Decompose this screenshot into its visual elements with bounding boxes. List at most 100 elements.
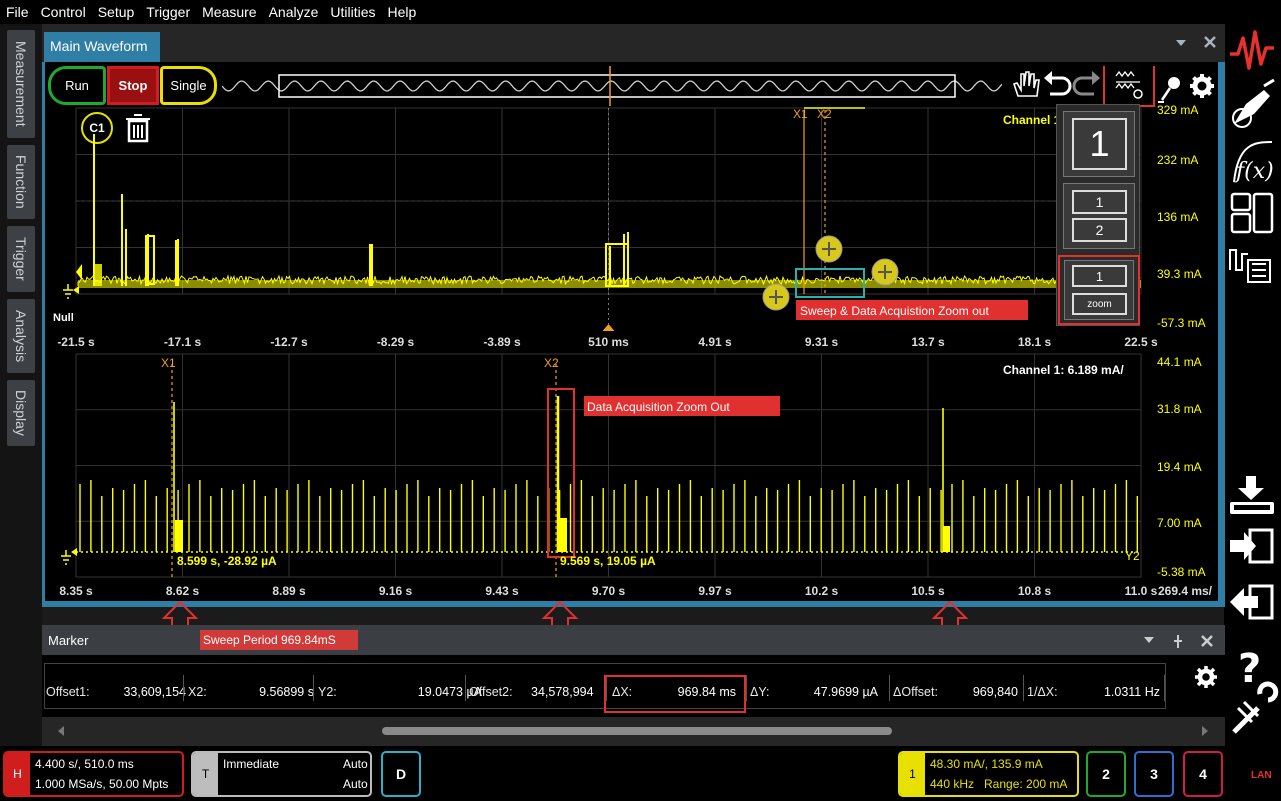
tab-function[interactable]: Function xyxy=(7,145,35,219)
tab-analysis[interactable]: Analysis xyxy=(7,299,35,373)
layout-split[interactable]: 1 2 xyxy=(1063,183,1135,249)
probe-icon[interactable] xyxy=(1233,80,1274,127)
svg-text:18.1 s: 18.1 s xyxy=(1018,335,1052,349)
lower-zoom-waveform-plot[interactable]: X1 X2 Data Acquisition Zoom Out 8.599 s, -2… xyxy=(45,350,1218,601)
svg-text:8.62 s: 8.62 s xyxy=(166,584,200,598)
marker-title: Marker xyxy=(48,633,88,648)
marker-label: ΔOffset: xyxy=(893,685,938,699)
scroll-left-icon xyxy=(58,726,64,736)
single-button[interactable]: Single xyxy=(160,66,217,105)
channel4-button[interactable]: 4 xyxy=(1183,751,1223,797)
function-icon[interactable]: f(x) xyxy=(1234,142,1274,184)
svg-text:Channel 1: 6.189 mA/: Channel 1: 6.189 mA/ xyxy=(1003,363,1124,377)
menu-measure[interactable]: Measure xyxy=(196,4,262,20)
undo-icon[interactable] xyxy=(1044,71,1070,94)
window-close-icon[interactable] xyxy=(1202,34,1218,50)
svg-text:39.3 mA: 39.3 mA xyxy=(1157,267,1202,281)
svg-text:4.91 s: 4.91 s xyxy=(698,335,732,349)
help-icon[interactable]: ? xyxy=(1238,646,1261,692)
lan-status: LAN xyxy=(1251,770,1272,781)
stop-button[interactable]: Stop xyxy=(107,66,159,105)
marker-dropdown-icon[interactable] xyxy=(1144,637,1154,643)
save-icon[interactable] xyxy=(1230,476,1274,514)
svg-text:19.4 mA: 19.4 mA xyxy=(1157,460,1202,474)
svg-text:22.5 s: 22.5 s xyxy=(1124,335,1158,349)
svg-text:Y2: Y2 xyxy=(1125,549,1140,563)
channel2-button[interactable]: 2 xyxy=(1086,751,1126,797)
svg-text:9.31 s: 9.31 s xyxy=(805,335,839,349)
marker-value: 969,840 xyxy=(950,685,1018,699)
zoom-waveform-icon[interactable] xyxy=(1104,66,1154,106)
marker-settings-gear-icon[interactable] xyxy=(1192,663,1220,691)
waveform-overview[interactable] xyxy=(222,66,1002,106)
svg-text:-21.5 s: -21.5 s xyxy=(57,335,95,349)
layout-zoom[interactable]: 1 zoom xyxy=(1058,255,1140,325)
svg-text:8.599 s, -28.92 µA: 8.599 s, -28.92 µA xyxy=(177,554,277,568)
export-icon[interactable] xyxy=(1230,586,1272,618)
marker-value: 1.0311 Hz xyxy=(1064,685,1160,699)
digital-channels-icon[interactable] xyxy=(1230,250,1270,282)
upper-waveform-plot[interactable]: X1 X2Sweep & Data Acquistion Zoom outChan… xyxy=(45,104,1218,350)
svg-text:-5.38 mA: -5.38 mA xyxy=(1157,565,1206,579)
settings-gear-icon[interactable] xyxy=(1190,74,1214,98)
marker-panel-body: Offset1: 33,609,154 X2: 9.56899 s Y2: 19.0473… xyxy=(42,655,1225,717)
redo-icon[interactable] xyxy=(1074,71,1100,94)
svg-text:Null: Null xyxy=(53,312,74,324)
right-toolbar: f(x) ? xyxy=(1224,24,1281,746)
menu-control[interactable]: Control xyxy=(35,4,92,20)
svg-text:329 mA: 329 mA xyxy=(1157,104,1198,117)
menu-file[interactable]: File xyxy=(0,4,35,20)
marker-close-icon[interactable] xyxy=(1202,636,1212,646)
marker-value: 34,578,994 xyxy=(531,685,593,699)
marker-label: Offset2: xyxy=(469,685,513,699)
run-button[interactable]: Run xyxy=(48,66,106,105)
marker-value: 9.56899 s xyxy=(252,685,314,699)
tab-trigger[interactable]: Trigger xyxy=(7,226,35,292)
svg-text:-8.29 s: -8.29 s xyxy=(377,335,415,349)
svg-text:9.16 s: 9.16 s xyxy=(379,584,413,598)
menu-setup[interactable]: Setup xyxy=(92,4,141,20)
marker-value: 33,609,154 xyxy=(104,685,186,699)
delta-x-highlight xyxy=(604,675,746,713)
pan-hand-icon[interactable] xyxy=(1014,72,1039,96)
menu-trigger[interactable]: Trigger xyxy=(140,4,196,20)
svg-text:9.43 s: 9.43 s xyxy=(485,584,519,598)
import-icon[interactable] xyxy=(1230,530,1272,562)
svg-text:9.569 s, 19.05 µA: 9.569 s, 19.05 µA xyxy=(560,554,656,568)
tab-display[interactable]: Display xyxy=(7,380,35,446)
svg-text:-12.7 s: -12.7 s xyxy=(270,335,308,349)
marker-pin-icon[interactable] xyxy=(1174,635,1182,648)
svg-text:X2: X2 xyxy=(817,107,832,121)
svg-text:-57.3 mA: -57.3 mA xyxy=(1157,316,1206,330)
svg-text:136 mA: 136 mA xyxy=(1157,210,1198,224)
marker-label: Offset1: xyxy=(46,685,90,699)
trigger-settings[interactable]: T Immediate Auto Auto xyxy=(191,751,372,797)
svg-text:269.4 ms/: 269.4 ms/ xyxy=(1158,584,1213,598)
marker-label: 1/ΔX: xyxy=(1027,685,1058,699)
channel3-button[interactable]: 3 xyxy=(1134,751,1174,797)
menu-utilities[interactable]: Utilities xyxy=(324,4,381,20)
menu-analyze[interactable]: Analyze xyxy=(263,4,325,20)
marker-tool-icon[interactable] xyxy=(1158,77,1180,102)
layout-single[interactable]: 1 xyxy=(1063,111,1135,177)
digital-button[interactable]: D xyxy=(381,751,421,797)
channel1-settings[interactable]: 1 48.30 mA/, 135.9 mA 440 kHz Range: 200… xyxy=(898,751,1079,797)
window-header xyxy=(42,24,1225,62)
horizontal-settings[interactable]: H 4.400 s/, 510.0 ms 1.000 MSa/s, 50.00 … xyxy=(3,751,184,797)
layout-icon[interactable] xyxy=(1232,194,1272,232)
svg-text:510 ms: 510 ms xyxy=(588,335,629,349)
window-dropdown-icon[interactable] xyxy=(1174,36,1188,50)
tab-main-waveform[interactable]: Main Waveform xyxy=(44,32,160,62)
svg-text:10.5 s: 10.5 s xyxy=(911,584,945,598)
marker-label: X2: xyxy=(188,685,207,699)
svg-text:-3.89 s: -3.89 s xyxy=(483,335,521,349)
marker-scrollbar[interactable] xyxy=(42,717,1225,746)
layout-popup: 1 1 2 1 zoom xyxy=(1056,104,1140,326)
tab-measurement[interactable]: Measurement xyxy=(7,30,35,138)
menu-help[interactable]: Help xyxy=(382,4,423,20)
svg-text:44.1 mA: 44.1 mA xyxy=(1157,355,1202,369)
svg-text:9.97 s: 9.97 s xyxy=(698,584,732,598)
svg-text:10.2 s: 10.2 s xyxy=(805,584,839,598)
svg-text:31.8 mA: 31.8 mA xyxy=(1157,402,1202,416)
marker-label: Y2: xyxy=(318,685,337,699)
